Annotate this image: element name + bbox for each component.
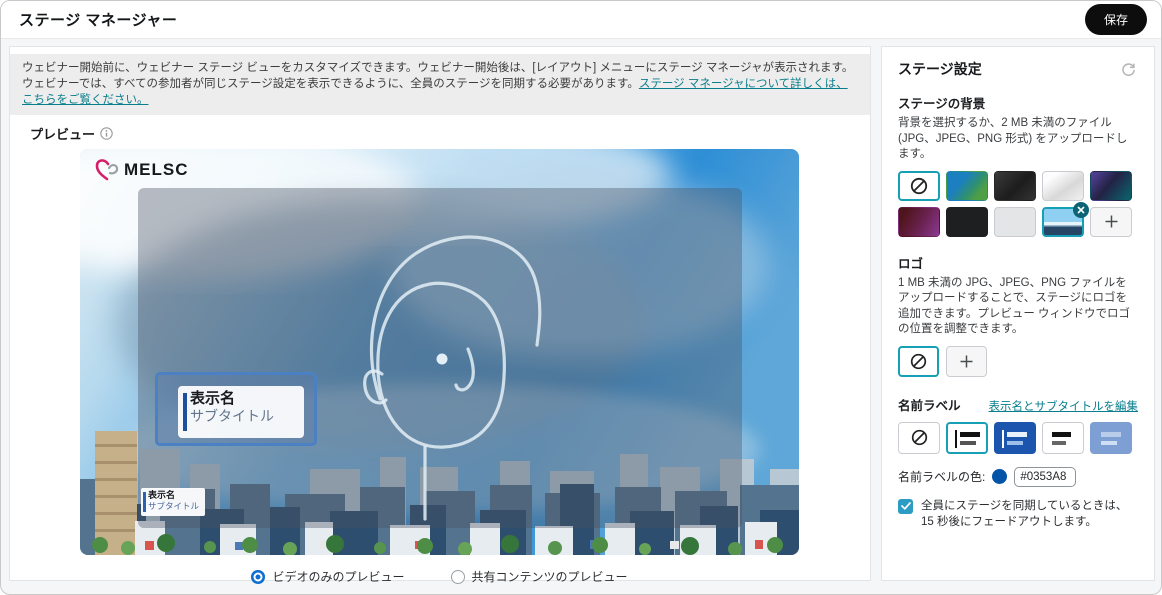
display-name-text-small: 表示名 [148,490,176,500]
add-background-button[interactable] [1090,206,1132,237]
plus-icon [1105,215,1117,228]
background-description: 背景を選択するか、2 MB 未満のファイル (JPG、JPEG、PNG 形式) … [898,117,1128,160]
stage-logo[interactable]: MELSC [94,158,189,182]
edit-display-name-link[interactable]: 表示名とサブタイトルを編集 [989,398,1139,414]
stage-preview[interactable]: MELSC 表示名 サブタイトル 表示名 サブタイトル [80,149,799,555]
background-option-none[interactable] [898,170,940,201]
label-style-filled-steel[interactable] [1090,421,1132,454]
settings-title: ステージ設定 [898,61,982,77]
page-title: ステージ マネージャー [19,12,178,29]
banner-line1: ウェビナー開始前に、ウェビナー ステージ ビューをカスタマイズできます。ウェビナ… [22,62,854,74]
label-style-none[interactable] [898,421,940,454]
label-color-label: 名前ラベルの色: [898,470,986,484]
label-color-input[interactable] [1014,466,1077,487]
name-label-style-options [898,421,1138,454]
logo-description: 1 MB 未満の JPG、JPEG、PNG ファイルをアップロードすることで、ス… [898,276,1131,336]
no-label-icon [911,429,927,446]
melsc-heart-icon [95,159,119,181]
background-option-purple-teal[interactable] [1090,170,1132,201]
info-icon[interactable] [100,127,113,140]
stage-manager-page: ステージ マネージャー 保存 ウェビナー開始前に、ウェビナー ステージ ビューを… [0,0,1162,595]
sync-fadeout-label: 全員にステージを同期しているときは、15 秒後にフェードアウトします。 [921,499,1128,528]
background-option-city-selected[interactable] [1042,201,1089,237]
radio-video-only[interactable]: ビデオのみのプレビュー [251,568,405,585]
logo-heading: ロゴ [898,256,924,271]
radio-shared-content[interactable]: 共有コンテンツのプレビュー [450,568,628,585]
banner-line2: ウェビナーでは、すべての参加者が同じステージ設定を表示できるように、全員のステー… [22,78,639,90]
preview-card: ウェビナー開始前に、ウェビナー ステージ ビューをカスタマイズできます。ウェビナ… [9,46,871,584]
no-logo-icon [910,353,927,369]
stage-settings-panel: ステージ設定 ステージの背景 背景を選択するか、2 MB 未満のファイル (JP… [881,46,1155,581]
background-options [898,170,1138,237]
label-color-swatch[interactable] [992,469,1008,484]
background-option-red-purple[interactable] [898,206,940,237]
background-option-light-silk[interactable] [1042,170,1084,201]
plus-icon [960,355,973,367]
radio-shared-content-label: 共有コンテンツのプレビュー [471,570,628,584]
name-label-heading: 名前ラベル [898,398,961,413]
radio-selected-icon[interactable] [251,569,266,584]
name-label-preview: 表示名 サブタイトル [178,386,304,438]
sync-fadeout-checkbox[interactable] [898,498,913,514]
radio-unselected-icon[interactable] [450,569,465,584]
check-icon [900,502,911,510]
remove-background-icon[interactable] [1073,201,1089,218]
logo-options [898,345,1138,377]
logo-text: MELSC [124,160,189,179]
logo-option-none[interactable] [898,345,939,377]
top-bar: ステージ マネージャー 保存 [1,1,1161,39]
display-name-text: 表示名 [190,390,236,407]
background-heading: ステージの背景 [898,97,986,111]
label-style-plain[interactable] [1042,421,1084,454]
preview-mode-radios: ビデオのみのプレビュー 共有コンテンツのプレビュー [80,568,799,585]
background-option-light-gray[interactable] [994,206,1036,237]
add-logo-button[interactable] [946,345,987,377]
refresh-icon[interactable] [1119,60,1138,79]
name-label-drag-frame[interactable]: 表示名 サブタイトル [155,372,317,446]
preview-heading: プレビュー [30,127,96,142]
info-banner: ウェビナー開始前に、ウェビナー ステージ ビューをカスタマイズできます。ウェビナ… [10,54,870,115]
no-background-icon [910,177,928,194]
save-button[interactable]: 保存 [1084,4,1147,35]
subtitle-text: サブタイトル [190,408,274,424]
subtitle-text-small: サブタイトル [148,501,200,511]
label-style-left-bar-selected[interactable] [946,421,988,454]
name-label-small: 表示名 サブタイトル [141,488,205,516]
background-option-blue-green[interactable] [946,170,988,201]
background-option-dark-wave[interactable] [994,170,1036,201]
label-style-filled-dark[interactable] [994,421,1036,454]
radio-video-only-label: ビデオのみのプレビュー [272,570,405,584]
background-option-black[interactable] [946,206,988,237]
